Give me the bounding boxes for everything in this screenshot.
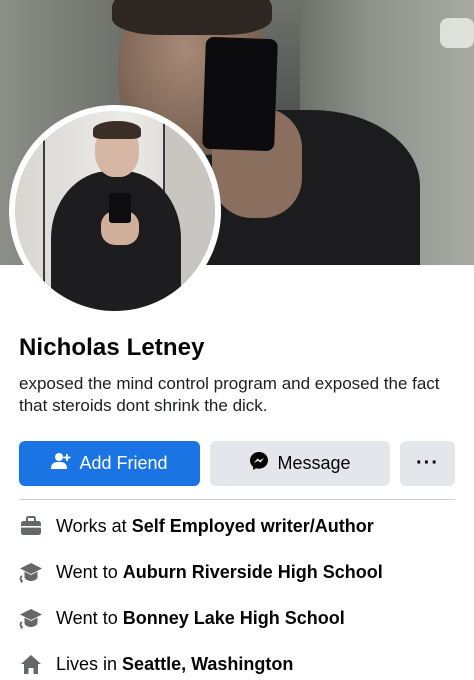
about-prefix: Went to: [56, 561, 118, 582]
avatar-pole-left: [43, 111, 45, 311]
about-value-employer[interactable]: Self Employed writer/Author: [132, 516, 374, 536]
message-button[interactable]: Message: [210, 441, 390, 486]
about-item-work: Works at Self Employed writer/Author: [19, 514, 374, 538]
home-icon: [19, 652, 43, 676]
profile-name: Nicholas Letney: [19, 334, 205, 361]
add-person-icon: [51, 452, 71, 475]
about-item-residence: Lives in Seattle, Washington: [19, 652, 293, 676]
briefcase-icon: [19, 514, 43, 538]
graduation-cap-icon: [19, 560, 43, 584]
cover-person-hair: [112, 0, 272, 35]
profile-picture-frame[interactable]: [9, 105, 221, 317]
about-prefix: Went to: [56, 607, 118, 628]
more-options-button[interactable]: ···: [400, 441, 455, 486]
section-divider: [19, 499, 455, 500]
add-friend-button[interactable]: Add Friend: [19, 441, 200, 486]
avatar[interactable]: [15, 111, 215, 311]
add-friend-label: Add Friend: [79, 453, 168, 473]
avatar-phone: [109, 193, 131, 223]
about-item-school-1: Went to Auburn Riverside High School: [19, 560, 383, 584]
messenger-icon: [249, 451, 269, 476]
about-item-school-2: Went to Bonney Lake High School: [19, 606, 345, 630]
about-value-school[interactable]: Bonney Lake High School: [123, 608, 345, 628]
message-label: Message: [277, 453, 351, 473]
more-icon: ···: [416, 452, 439, 474]
cover-light: [440, 18, 474, 48]
avatar-person-hair: [93, 121, 141, 139]
profile-bio: exposed the mind control program and exp…: [19, 374, 440, 415]
about-value-city[interactable]: Seattle, Washington: [122, 654, 293, 674]
about-prefix: Lives in: [56, 653, 118, 674]
graduation-cap-icon: [19, 606, 43, 630]
about-prefix: Works at: [56, 515, 127, 536]
about-value-school[interactable]: Auburn Riverside High School: [123, 562, 383, 582]
